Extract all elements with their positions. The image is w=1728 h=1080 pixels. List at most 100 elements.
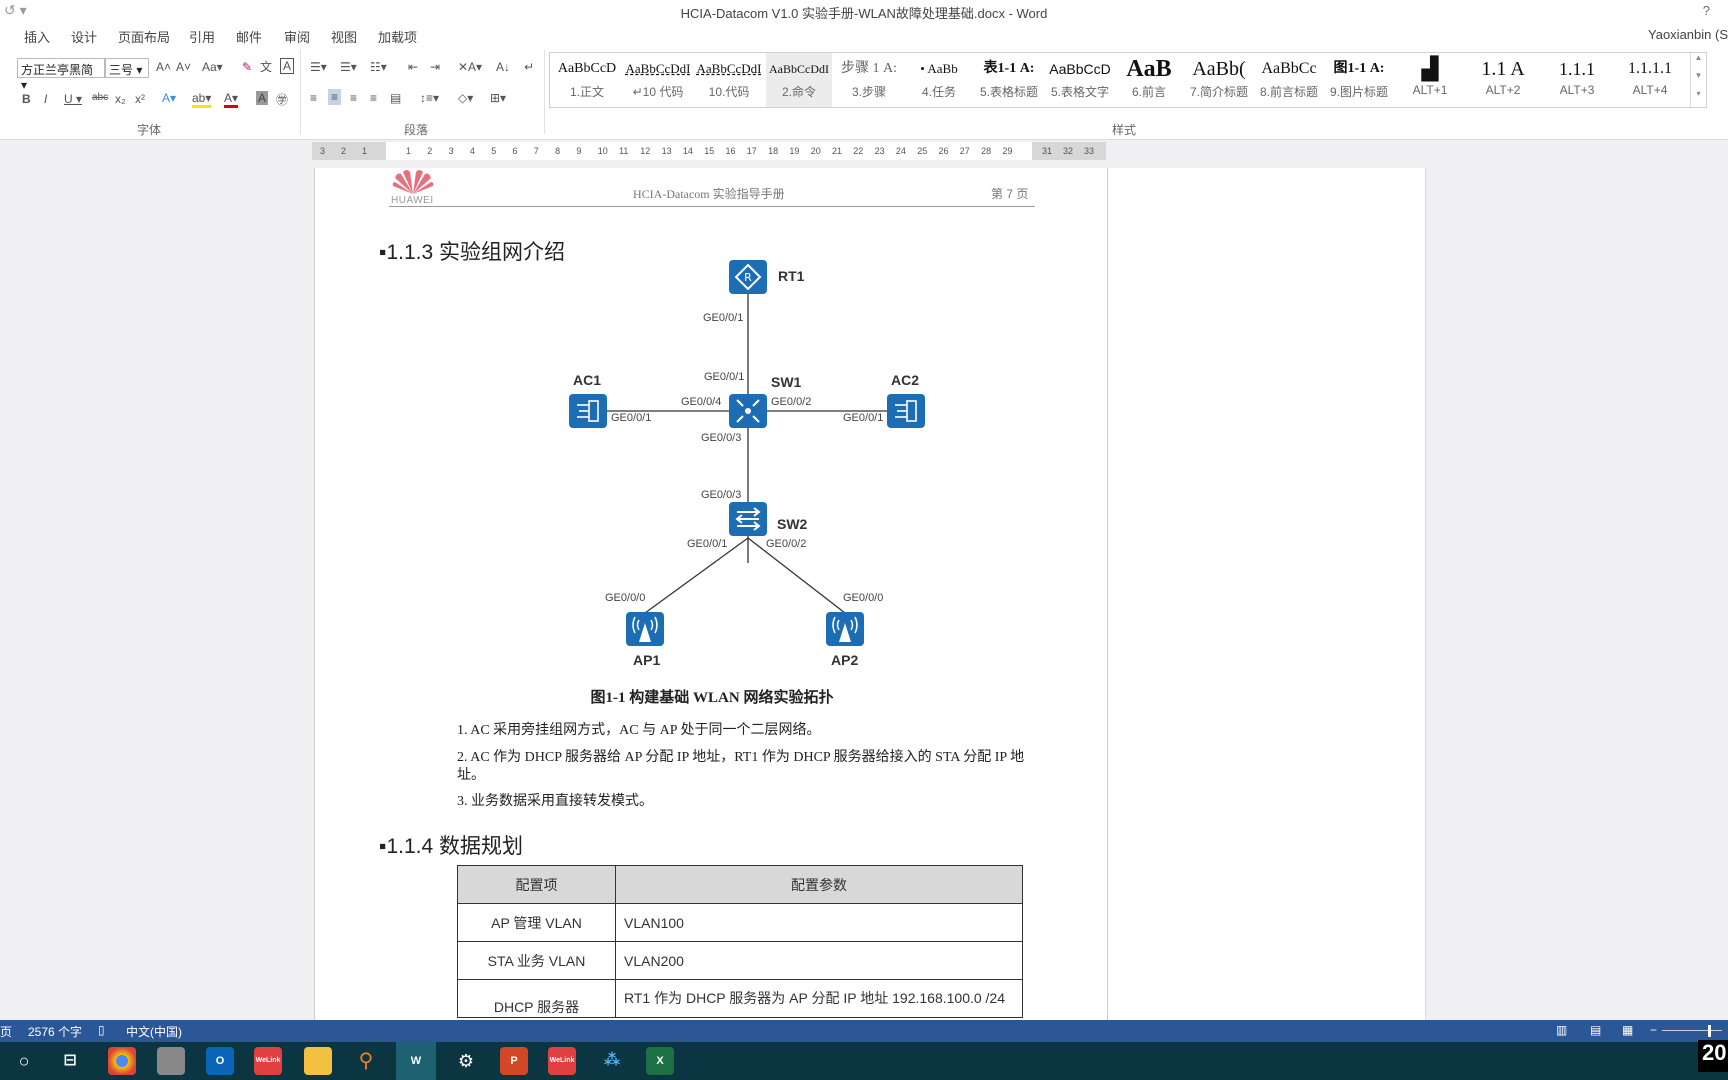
align-left-icon[interactable]: ≡ <box>310 91 317 105</box>
font-size-select[interactable]: 三号 ▾ <box>105 58 149 78</box>
enclose-char-icon[interactable]: ㊫ <box>276 91 288 108</box>
ruler-number: 9 <box>576 146 582 156</box>
style-item[interactable]: 图1-1 A: 9.图片标题 <box>1326 53 1392 107</box>
multilevel-list-icon[interactable]: ☷▾ <box>370 60 387 74</box>
welink2-icon[interactable]: WeLink <box>548 1047 576 1075</box>
style-item[interactable]: AaBbCcDdI ↵10 代码 <box>624 53 692 107</box>
tab-view[interactable]: 视图 <box>331 27 357 46</box>
char-shading-icon[interactable]: A <box>256 91 269 105</box>
access-point-ap1-icon <box>626 612 664 646</box>
highlight-icon[interactable]: ab▾ <box>192 91 212 108</box>
clock[interactable]: 20 <box>1698 1040 1728 1072</box>
zoom-slider[interactable] <box>1662 1030 1722 1031</box>
outlook-icon[interactable]: O <box>206 1047 234 1075</box>
cortana-icon[interactable]: ○ <box>10 1047 38 1075</box>
tab-review[interactable]: 审阅 <box>284 27 310 46</box>
tab-design[interactable]: 设计 <box>71 27 97 46</box>
chrome-icon[interactable] <box>108 1047 136 1075</box>
gallery-scroll-up[interactable]: ▲ <box>1690 53 1706 71</box>
style-item[interactable]: AaBbCcDdI 2.命令 <box>766 53 832 107</box>
align-center-icon[interactable]: ≡ <box>328 89 342 105</box>
tab-addins[interactable]: 加载项 <box>378 27 417 46</box>
search-app-icon[interactable]: ⚲ <box>352 1047 380 1075</box>
gallery-scroll-down[interactable]: ▼ <box>1690 71 1706 89</box>
powerpoint-icon[interactable]: P <box>500 1047 528 1075</box>
numbering-icon[interactable]: ☰▾ <box>340 60 357 74</box>
borders-icon[interactable]: ⊞▾ <box>490 91 506 105</box>
line-spacing-icon[interactable]: ↕≡▾ <box>420 91 439 105</box>
task-view-icon[interactable]: ⊟ <box>56 1047 84 1075</box>
user-account[interactable]: Yaoxianbin (S <box>1648 27 1728 42</box>
style-item[interactable]: 1.1.1.1 ALT+4 <box>1614 53 1686 107</box>
word-taskbar-icon[interactable]: W <box>396 1042 436 1080</box>
svg-text:R: R <box>744 271 752 284</box>
sort-icon[interactable]: A↓ <box>496 60 510 74</box>
file-explorer-icon[interactable] <box>304 1047 332 1075</box>
char-border-icon[interactable]: A <box>280 58 295 74</box>
page-indicator[interactable]: 页 <box>0 1023 12 1040</box>
increase-indent-icon[interactable]: ⇥ <box>430 60 440 74</box>
style-item[interactable]: 1.1.1 ALT+3 <box>1542 53 1612 107</box>
style-item[interactable]: AaBbCc 8.前言标题 <box>1256 53 1322 107</box>
help-button[interactable]: ? <box>1703 3 1710 18</box>
italic-button[interactable]: I <box>44 92 47 106</box>
ruler-number: 18 <box>768 146 779 156</box>
document-page[interactable]: HUAWEI HCIA-Datacom 实验指导手册 第 7 页 ▪1.1.3 … <box>314 168 1108 1020</box>
clear-format-icon[interactable]: ✎ <box>242 60 252 74</box>
phonetic-icon[interactable]: 文 <box>260 58 272 75</box>
style-item[interactable]: ▟ ALT+1 <box>1396 53 1464 107</box>
style-item[interactable]: AaBb(7.简介标题 <box>1186 53 1252 107</box>
style-item[interactable]: AaBbCcD 1.正文 <box>554 53 620 107</box>
port-label: GE0/0/0 <box>605 592 646 604</box>
style-item[interactable]: 步骤 1 A: 3.步骤 <box>836 53 902 107</box>
word-count[interactable]: 2576 个字 <box>28 1023 82 1040</box>
shrink-font-icon[interactable]: A˅ <box>176 60 191 74</box>
language-indicator[interactable]: 中文(中国) <box>126 1023 182 1040</box>
label-sw1: SW1 <box>771 374 802 390</box>
style-item[interactable]: AaB 6.前言 <box>1116 53 1182 107</box>
port-label: GE0/0/1 <box>843 412 884 424</box>
justify-icon[interactable]: ≡ <box>370 91 377 105</box>
style-item[interactable]: AaBbCcD 5.表格文字 <box>1046 53 1114 107</box>
tab-layout[interactable]: 页面布局 <box>118 27 170 46</box>
tab-mailings[interactable]: 邮件 <box>236 27 262 46</box>
style-item[interactable]: • AaBb 4.任务 <box>906 53 972 107</box>
print-layout-icon[interactable]: ▤ <box>1590 1023 1601 1037</box>
style-item[interactable]: 1.1 A ALT+2 <box>1468 53 1538 107</box>
align-right-icon[interactable]: ≡ <box>350 91 357 105</box>
port-label: GE0/0/3 <box>701 489 742 501</box>
chinese-layout-icon[interactable]: ✕A▾ <box>458 60 482 74</box>
font-color-icon[interactable]: A▾ <box>224 91 239 108</box>
settings-icon[interactable]: ⚙ <box>452 1047 480 1075</box>
shading-icon[interactable]: ◇▾ <box>458 91 473 105</box>
welink-icon[interactable]: WeLink <box>254 1047 282 1075</box>
paragraph: 址。 <box>457 768 485 783</box>
grow-font-icon[interactable]: A˄ <box>156 60 171 74</box>
zoom-out-button[interactable]: − <box>1650 1023 1657 1037</box>
web-layout-icon[interactable]: ▦ <box>1622 1023 1633 1037</box>
underline-button[interactable]: U ▾ <box>64 92 82 106</box>
change-case-icon[interactable]: Aa▾ <box>202 60 223 74</box>
network-tool-icon[interactable]: ⁂ <box>598 1047 626 1075</box>
distributed-icon[interactable]: ▤ <box>390 91 401 105</box>
bullets-icon[interactable]: ☰▾ <box>310 60 327 74</box>
excel-icon[interactable]: X <box>646 1047 674 1075</box>
gallery-more[interactable]: ▾ <box>1690 89 1706 107</box>
font-name-select[interactable]: 方正兰亭黑简 ▾ <box>17 58 105 92</box>
style-item[interactable]: AaBbCcDdI 10.代码 <box>696 53 762 107</box>
strikethrough-button[interactable]: abc <box>92 92 108 103</box>
tab-references[interactable]: 引用 <box>189 27 215 46</box>
superscript-button[interactable]: x² <box>135 92 145 106</box>
proofing-icon[interactable]: ▯ <box>98 1023 105 1037</box>
subscript-button[interactable]: x₂ <box>115 92 126 106</box>
security-app-icon[interactable] <box>157 1047 185 1075</box>
bold-button[interactable]: B <box>22 92 31 106</box>
read-mode-icon[interactable]: ▥ <box>1556 1023 1567 1037</box>
horizontal-ruler[interactable]: 3 2 1 1 2 3 4 5 6 7 8 9 10 11 12 13 14 15 16 17 18 19 20 21 22 23… <box>312 142 1106 160</box>
tab-insert[interactable]: 插入 <box>24 27 50 46</box>
zoom-slider-thumb[interactable] <box>1708 1025 1711 1037</box>
text-effect-icon[interactable]: A▾ <box>162 91 176 105</box>
show-marks-icon[interactable]: ↵ <box>524 60 534 74</box>
style-item[interactable]: 表1-1 A: 5.表格标题 <box>976 53 1042 107</box>
decrease-indent-icon[interactable]: ⇤ <box>408 60 418 74</box>
